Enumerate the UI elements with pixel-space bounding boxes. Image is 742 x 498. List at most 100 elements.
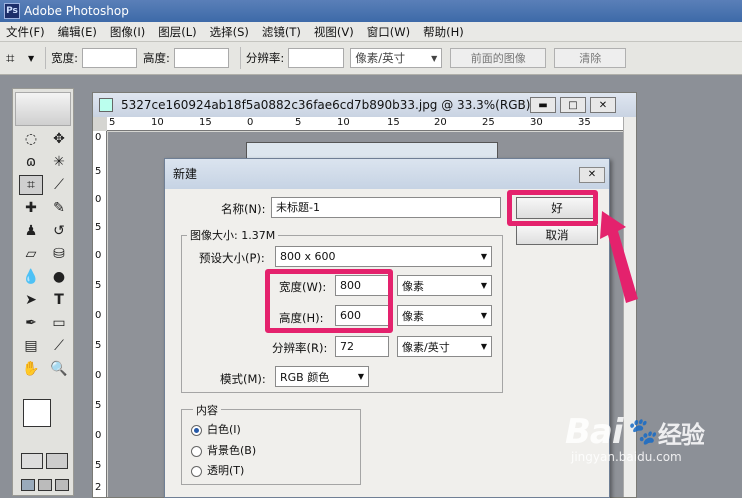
ruler-number: 5 — [95, 340, 102, 351]
marquee-tool-icon[interactable]: ◌ — [19, 129, 43, 149]
name-field[interactable]: 未标题-1 — [271, 197, 501, 218]
pen-tool-icon[interactable]: ✒ — [19, 313, 43, 333]
height-field[interactable] — [173, 48, 229, 68]
menu-window[interactable]: 窗口(W) — [367, 24, 410, 40]
ruler-number: 0 — [95, 430, 102, 441]
separator — [45, 47, 47, 69]
width-label: 宽度: — [51, 51, 79, 65]
quick-mask-mode-icon[interactable] — [46, 453, 68, 469]
radio-icon — [191, 424, 202, 436]
content-option-label: 背景色(B) — [207, 444, 257, 457]
height-unit-select[interactable]: 像素 ▼ — [397, 305, 492, 326]
ruler-number: 35 — [578, 117, 591, 128]
resolution-label: 分辨率(R): — [272, 341, 328, 355]
menu-filter[interactable]: 滤镜(T) — [262, 24, 301, 40]
menu-edit[interactable]: 编辑(E) — [58, 24, 97, 40]
menu-help[interactable]: 帮助(H) — [423, 24, 464, 40]
mode-value: RGB 颜色 — [280, 370, 330, 384]
menu-file[interactable]: 文件(F) — [6, 24, 45, 40]
screen-mode-icon[interactable] — [38, 479, 52, 491]
photoshop-logo-icon: Ps — [4, 3, 20, 19]
app-title: Adobe Photoshop — [24, 4, 129, 18]
clear-button[interactable]: 清除 — [554, 48, 627, 68]
chevron-down-icon: ▼ — [480, 252, 487, 261]
content-option-background[interactable]: 背景色(B) — [191, 442, 256, 458]
clone-stamp-tool-icon[interactable]: ♟ — [19, 221, 43, 241]
minimize-button[interactable]: ▬ — [530, 97, 556, 113]
content-label: 内容 — [193, 402, 221, 418]
ruler-number: 5 — [95, 222, 102, 233]
ruler-number: 0 — [95, 310, 102, 321]
screen-mode-icon[interactable] — [21, 479, 35, 491]
tool-preset-dropdown-icon[interactable]: ▼ — [28, 54, 34, 63]
maximize-button[interactable]: □ — [560, 97, 586, 113]
ruler-number: 5 — [95, 400, 102, 411]
options-bar: ⌗ ▼ 宽度: 高度: 分辨率: 像素/英寸 ▼ 前面的图像 清除 — [0, 42, 742, 75]
resolution-unit-value: 像素/英寸 — [355, 51, 406, 65]
dialog-close-icon[interactable]: ✕ — [579, 167, 605, 183]
move-tool-icon[interactable]: ✥ — [47, 129, 71, 149]
ruler-number: 0 — [95, 250, 102, 261]
close-button[interactable]: ✕ — [590, 97, 616, 113]
screen-mode-icon[interactable] — [55, 479, 69, 491]
annotation-arrow-icon — [600, 211, 638, 303]
eyedropper-tool-icon[interactable]: ⟋ — [47, 336, 71, 356]
notes-tool-icon[interactable]: ▤ — [19, 336, 43, 356]
shape-tool-icon[interactable]: ▭ — [47, 313, 71, 333]
menu-view[interactable]: 视图(V) — [314, 24, 354, 40]
content-option-white[interactable]: 白色(I) — [191, 421, 241, 437]
dodge-tool-icon[interactable]: ● — [47, 267, 71, 287]
slice-tool-icon[interactable]: ⟋ — [47, 175, 71, 195]
preset-value: 800 x 600 — [280, 250, 336, 263]
cancel-button[interactable]: 取消 — [516, 225, 598, 245]
eraser-tool-icon[interactable]: ▱ — [19, 244, 43, 264]
lasso-tool-icon[interactable]: ɷ — [19, 152, 43, 172]
foreground-color-swatch[interactable] — [23, 399, 51, 427]
mode-select[interactable]: RGB 颜色 ▼ — [275, 366, 369, 387]
paint-bucket-tool-icon[interactable]: ⛁ — [47, 244, 71, 264]
standard-mode-icon[interactable] — [21, 453, 43, 469]
ruler-number: 5 — [109, 117, 116, 128]
height-unit-value: 像素 — [402, 309, 424, 323]
width-field[interactable] — [82, 48, 138, 68]
history-brush-tool-icon[interactable]: ↺ — [47, 221, 71, 241]
zoom-tool-icon[interactable]: 🔍 — [47, 359, 71, 379]
blur-tool-icon[interactable]: 💧 — [19, 267, 43, 287]
crop-tool-icon[interactable]: ⌗ — [19, 175, 43, 195]
menu-layer[interactable]: 图层(L) — [158, 24, 196, 40]
name-label: 名称(N): — [221, 202, 266, 216]
hand-tool-icon[interactable]: ✋ — [19, 359, 43, 379]
baidu-watermark: Bai 🐾 经验 jingyan.baidu.com — [565, 412, 735, 492]
front-image-button[interactable]: 前面的图像 — [450, 48, 547, 68]
resolution-field[interactable]: 72 — [335, 336, 389, 357]
resolution-unit-select[interactable]: 像素/英寸 ▼ — [397, 336, 492, 357]
content-option-transparent[interactable]: 透明(T) — [191, 462, 244, 478]
preset-label: 预设大小(P): — [199, 251, 265, 265]
ruler-number: 10 — [337, 117, 350, 128]
type-tool-icon[interactable]: T — [47, 290, 71, 310]
watermark-brand-suffix: 经验 — [657, 420, 705, 449]
menu-image[interactable]: 图像(I) — [110, 24, 145, 40]
crop-tool-icon[interactable]: ⌗ — [6, 49, 28, 67]
ruler-number: 5 — [95, 460, 102, 471]
radio-icon — [191, 445, 202, 457]
resolution-unit-select[interactable]: 像素/英寸 ▼ — [350, 48, 443, 68]
preset-select[interactable]: 800 x 600 ▼ — [275, 246, 492, 267]
resolution-field[interactable] — [288, 48, 345, 68]
width-unit-select[interactable]: 像素 ▼ — [397, 275, 492, 296]
document-title: 5327ce160924ab18f5a0882c36fae6cd7b890b33… — [121, 98, 531, 112]
ruler-number: 25 — [482, 117, 495, 128]
brush-tool-icon[interactable]: ✎ — [47, 198, 71, 218]
resolution-unit-value: 像素/英寸 — [402, 340, 450, 354]
chevron-down-icon: ▼ — [480, 342, 487, 351]
ruler-number: 2 — [95, 482, 102, 493]
separator — [239, 47, 241, 69]
magic-wand-tool-icon[interactable]: ✳ — [47, 152, 71, 172]
watermark-brand: Bai — [565, 412, 624, 452]
width-unit-value: 像素 — [402, 279, 424, 293]
path-selection-tool-icon[interactable]: ➤ — [19, 290, 43, 310]
menu-select[interactable]: 选择(S) — [210, 24, 249, 40]
healing-brush-tool-icon[interactable]: ✚ — [19, 198, 43, 218]
dialog-title: 新建 — [165, 159, 609, 189]
content-option-label: 透明(T) — [207, 464, 245, 477]
